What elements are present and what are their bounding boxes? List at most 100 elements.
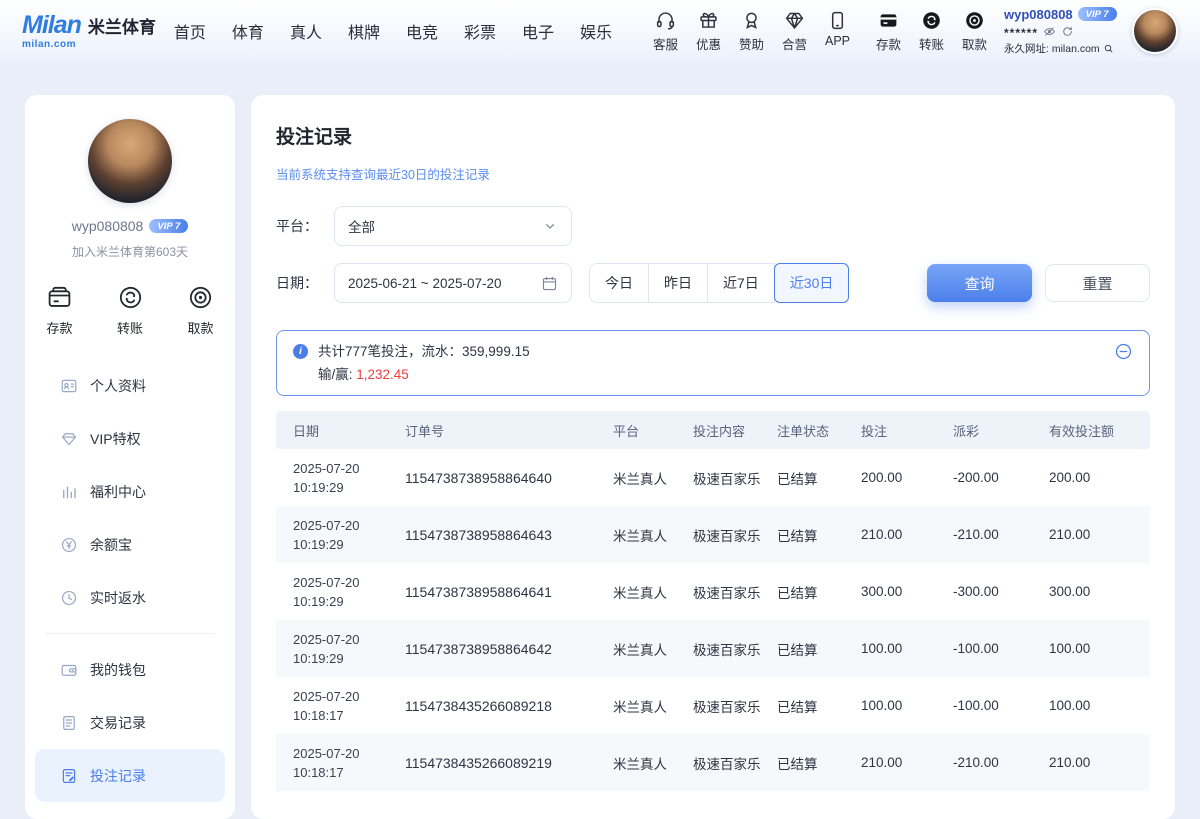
cell-order-no: 1154738738958864640 — [405, 470, 613, 486]
table-row: 2025-07-2010:19:291154738738958864641米兰真… — [276, 563, 1150, 620]
summary-text: 共计777笔投注，流水：359,999.15 输/赢: 1,232.45 — [318, 340, 530, 386]
brand-name-cn: 米兰体育 — [88, 13, 156, 38]
cell-platform: 米兰真人 — [613, 696, 693, 716]
nav-item-电竞[interactable]: 电竞 — [406, 19, 438, 43]
cell-date: 2025-07-2010:19:29 — [293, 573, 405, 611]
cell-date: 2025-07-2010:18:17 — [293, 687, 405, 725]
sidebar-item-实时返水[interactable]: 实时返水 — [25, 571, 235, 624]
nav-item-体育[interactable]: 体育 — [232, 19, 264, 43]
quick-date-近7日[interactable]: 近7日 — [707, 263, 775, 303]
header-action-客服[interactable]: 客服 — [650, 10, 681, 53]
platform-select-value: 全部 — [348, 216, 375, 236]
sidebar-item-福利中心[interactable]: 福利中心 — [25, 465, 235, 518]
cell-status: 已结算 — [777, 525, 861, 545]
platform-select[interactable]: 全部 — [334, 206, 572, 246]
cell-bet-content: 极速百家乐 — [693, 639, 777, 659]
cell-platform: 米兰真人 — [613, 753, 693, 773]
sidebar-item-label: VIP特权 — [90, 429, 141, 449]
quick-date-近30日[interactable]: 近30日 — [774, 263, 850, 303]
cell-platform: 米兰真人 — [613, 468, 693, 488]
cell-order-no: 1154738738958864643 — [405, 527, 613, 543]
sidebar-quick-取款[interactable]: 取款 — [187, 284, 214, 337]
sidebar-item-我的钱包[interactable]: 我的钱包 — [25, 643, 235, 696]
quick-date-昨日[interactable]: 昨日 — [648, 263, 708, 303]
header-action-存款[interactable]: 存款 — [873, 10, 904, 53]
column-header: 注单状态 — [777, 421, 861, 440]
search-icon[interactable] — [1103, 43, 1114, 54]
header-action-转账[interactable]: 转账 — [916, 10, 947, 53]
table-row: 2025-07-2010:19:291154738738958864643米兰真… — [276, 506, 1150, 563]
info-icon — [293, 344, 308, 359]
summary-banner: 共计777笔投注，流水：359,999.15 输/赢: 1,232.45 — [276, 330, 1150, 396]
header-action-取款[interactable]: 取款 — [959, 10, 990, 53]
header-action-label: 赞助 — [739, 34, 764, 53]
page-subtitle: 当前系统支持查询最近30日的投注记录 — [276, 164, 1150, 183]
joined-days-text: 加入米兰体育第603天 — [72, 243, 188, 260]
date-range-input[interactable]: 2025-06-21 ~ 2025-07-20 — [334, 263, 572, 303]
header-action-label: 取款 — [962, 34, 987, 53]
sidebar-quick-存款[interactable]: 存款 — [46, 284, 73, 337]
sidebar-vip-badge: VIP 7 — [149, 219, 188, 233]
cell-payout: -300.00 — [953, 584, 1049, 599]
header-action-合营[interactable]: 合营 — [779, 10, 810, 53]
sidebar-username: wyp080808 — [72, 218, 144, 234]
header-avatar[interactable] — [1132, 8, 1178, 54]
chevron-down-icon — [542, 218, 558, 234]
diamond-icon — [784, 10, 805, 31]
nav-item-棋牌[interactable]: 棋牌 — [348, 19, 380, 43]
cell-bet-content: 极速百家乐 — [693, 696, 777, 716]
deposit-icon — [878, 10, 899, 31]
sidebar-quick-转账[interactable]: 转账 — [117, 284, 144, 337]
bet-records-table: 日期订单号平台投注内容注单状态投注派彩有效投注额 2025-07-2010:19… — [276, 411, 1150, 791]
sidebar-item-个人资料[interactable]: 个人资料 — [25, 359, 235, 412]
sidebar-item-余额宝[interactable]: 余额宝 — [25, 518, 235, 571]
sidebar-quick-actions: 存款转账取款 — [46, 284, 214, 337]
table-body: 2025-07-2010:19:291154738738958864640米兰真… — [276, 449, 1150, 791]
header-right: 客服优惠赞助合营APP存款转账取款 wyp080808 VIP 7 ******… — [650, 7, 1178, 56]
deposit-outline-icon — [46, 284, 73, 311]
cell-platform: 米兰真人 — [613, 639, 693, 659]
bets-icon — [60, 767, 78, 785]
header-action-label: 客服 — [653, 34, 678, 53]
refresh-icon[interactable] — [1061, 25, 1074, 38]
cell-valid-bet: 210.00 — [1049, 527, 1133, 542]
collapse-icon[interactable] — [1114, 342, 1133, 361]
cell-bet-content: 极速百家乐 — [693, 753, 777, 773]
header-action-赞助[interactable]: 赞助 — [736, 10, 767, 53]
sidebar-item-投注记录[interactable]: 投注记录 — [35, 749, 225, 802]
reset-button[interactable]: 重置 — [1045, 264, 1150, 302]
summary-line2: 输/赢: 1,232.45 — [318, 363, 530, 386]
eye-off-icon[interactable] — [1043, 25, 1056, 38]
wallet-icon — [60, 661, 78, 679]
sidebar-item-label: 投注记录 — [90, 766, 146, 786]
rebate-icon — [60, 589, 78, 607]
nav-item-真人[interactable]: 真人 — [290, 19, 322, 43]
nav-item-电子[interactable]: 电子 — [522, 19, 554, 43]
column-header: 投注 — [861, 421, 953, 440]
nav-item-娱乐[interactable]: 娱乐 — [580, 19, 612, 43]
sidebar-item-label: 交易记录 — [90, 713, 146, 733]
header-action-APP[interactable]: APP — [822, 10, 853, 48]
nav-item-彩票[interactable]: 彩票 — [464, 19, 496, 43]
award-icon — [741, 10, 762, 31]
sidebar-item-交易记录[interactable]: 交易记录 — [25, 696, 235, 749]
search-button[interactable]: 查询 — [927, 264, 1032, 302]
sidebar-item-label: 福利中心 — [90, 482, 146, 502]
sidebar-item-VIP特权[interactable]: VIP特权 — [25, 412, 235, 465]
cell-order-no: 1154738435266089218 — [405, 698, 613, 714]
sidebar-quick-label: 取款 — [187, 318, 213, 337]
column-header: 平台 — [613, 421, 693, 440]
cell-status: 已结算 — [777, 639, 861, 659]
nav-item-首页[interactable]: 首页 — [174, 19, 206, 43]
table-header: 日期订单号平台投注内容注单状态投注派彩有效投注额 — [276, 411, 1150, 449]
header-action-优惠[interactable]: 优惠 — [693, 10, 724, 53]
vip-icon — [60, 430, 78, 448]
header-quick-actions: 客服优惠赞助合营 APP 存款转账取款 — [650, 10, 990, 53]
cell-valid-bet: 210.00 — [1049, 755, 1133, 770]
profile-avatar[interactable] — [88, 119, 172, 203]
brand-logo[interactable]: Milan 米兰体育 milan.com — [22, 13, 156, 50]
quick-date-今日[interactable]: 今日 — [589, 263, 649, 303]
cell-platform: 米兰真人 — [613, 525, 693, 545]
cell-order-no: 1154738738958864641 — [405, 584, 613, 600]
masked-balance: ****** — [1004, 25, 1038, 38]
